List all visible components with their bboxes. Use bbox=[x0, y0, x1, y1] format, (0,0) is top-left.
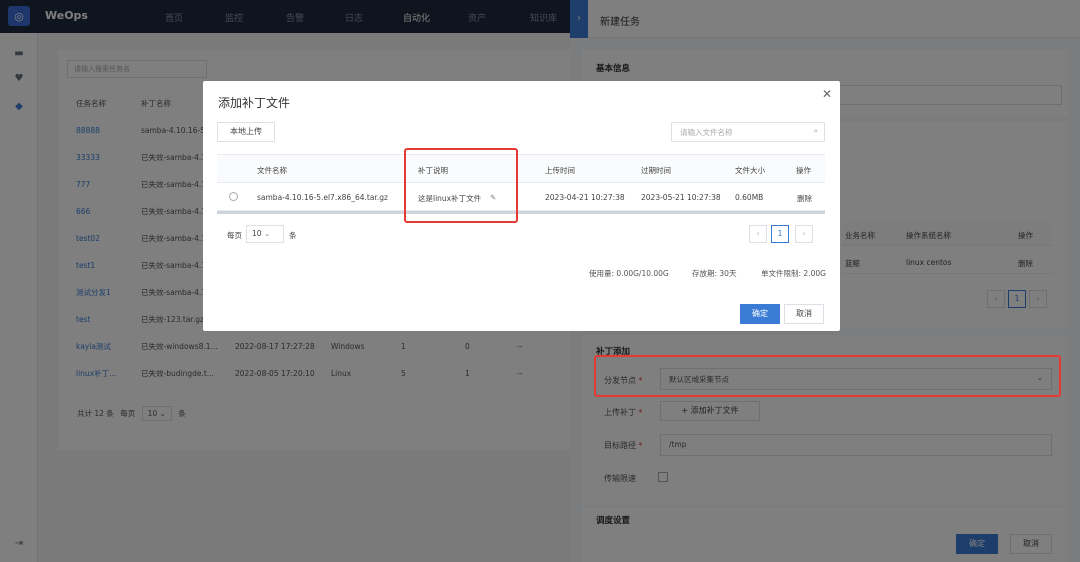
modal-cancel-button[interactable]: 取消 bbox=[784, 304, 824, 324]
patch-table-header: 文件名称 补丁说明 上传时间 过期时间 文件大小 操作 bbox=[217, 154, 825, 183]
table-row[interactable]: samba-4.10.16-5.el7.x86_64.tar.gz 这是linu… bbox=[217, 183, 825, 211]
file-search-input[interactable]: 请输入文件名称 ⌕ bbox=[671, 122, 825, 142]
modal-confirm-button[interactable]: 确定 bbox=[740, 304, 780, 324]
modal-title: 添加补丁文件 bbox=[218, 96, 291, 110]
horizontal-scrollbar[interactable] bbox=[217, 211, 825, 214]
modal-next-page[interactable]: › bbox=[795, 225, 813, 243]
col-expire-time: 过期时间 bbox=[641, 166, 671, 175]
modal-prev-page[interactable]: ‹ bbox=[749, 225, 767, 243]
highlight-box-node bbox=[594, 355, 1061, 397]
expire-time: 2023-05-21 10:27:38 bbox=[641, 193, 721, 202]
modal-per-page-select[interactable]: 10 ⌄ bbox=[246, 225, 284, 243]
highlight-box-desc bbox=[404, 148, 518, 223]
search-icon: ⌕ bbox=[813, 126, 818, 135]
modal-per-page-unit: 条 bbox=[289, 231, 297, 240]
upload-time: 2023-04-21 10:27:38 bbox=[545, 193, 625, 202]
row-radio[interactable] bbox=[229, 192, 238, 201]
delete-link[interactable]: 删除 bbox=[797, 193, 812, 204]
file-size: 0.60MB bbox=[735, 193, 764, 202]
col-action: 操作 bbox=[796, 166, 811, 175]
col-file-name: 文件名称 bbox=[257, 166, 287, 175]
modal-per-page-label: 每页 bbox=[227, 231, 242, 240]
modal-page-1[interactable]: 1 bbox=[771, 225, 789, 243]
col-upload-time: 上传时间 bbox=[545, 166, 575, 175]
col-file-size: 文件大小 bbox=[735, 166, 765, 175]
usage-text: 使用量: 0.00G/10.00G bbox=[589, 269, 669, 278]
local-upload-button[interactable]: 本地上传 bbox=[217, 122, 275, 142]
close-icon[interactable]: ✕ bbox=[822, 87, 832, 101]
file-name: samba-4.10.16-5.el7.x86_64.tar.gz bbox=[257, 193, 388, 202]
retention-text: 存放期: 30天 bbox=[692, 269, 737, 278]
add-patch-file-modal: 添加补丁文件 ✕ 本地上传 请输入文件名称 ⌕ 文件名称 补丁说明 上传时间 过期… bbox=[203, 81, 840, 331]
limit-text: 单文件限制: 2.00G bbox=[761, 269, 826, 278]
